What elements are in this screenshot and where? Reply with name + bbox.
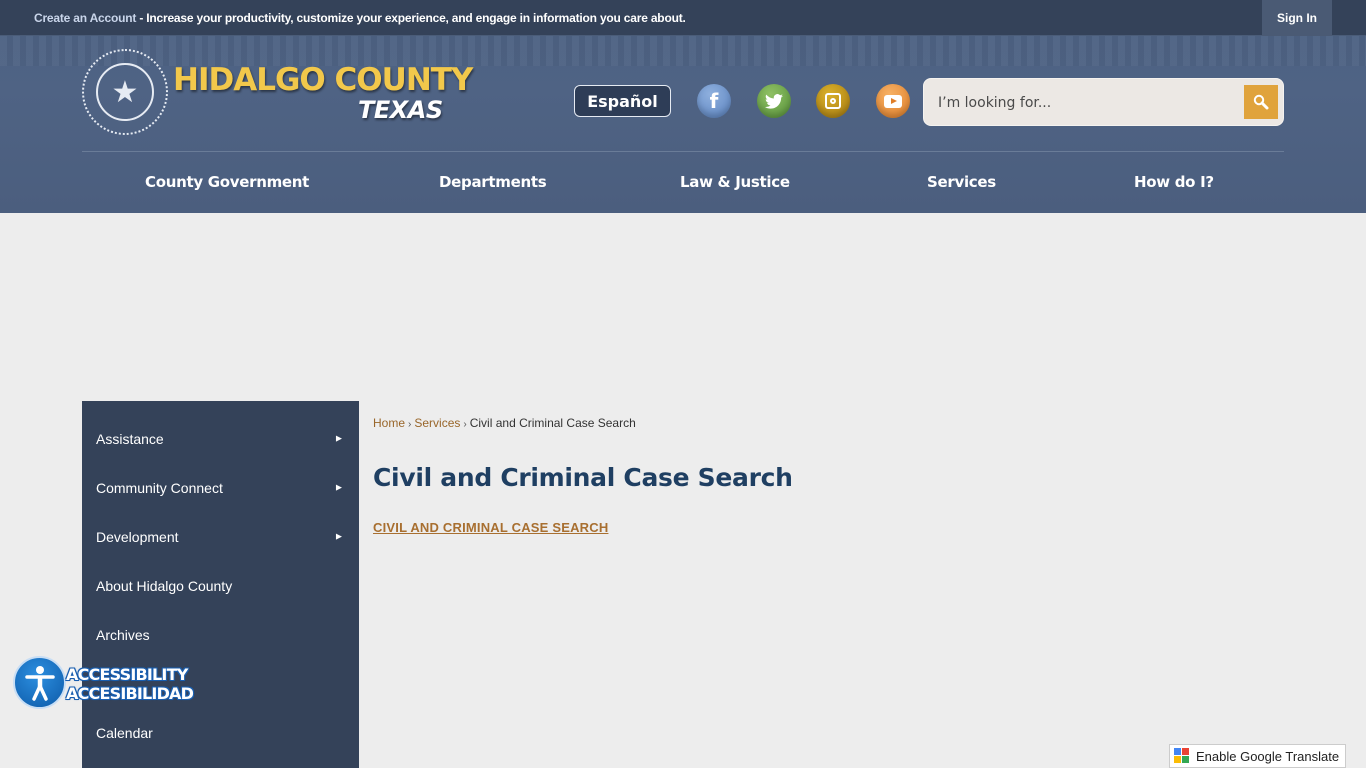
- twitter-bird-glyph: [765, 93, 783, 109]
- breadcrumb-services[interactable]: Services: [414, 416, 460, 430]
- county-seal-logo[interactable]: ★: [82, 49, 168, 135]
- breadcrumb-separator: ›: [463, 419, 467, 430]
- main-nav: County Government Departments Law & Just…: [82, 152, 1284, 213]
- sidebar-item-label: About Hidalgo County: [96, 578, 233, 594]
- sidebar-item-label: Calendar: [96, 725, 153, 741]
- sidebar-item-archives[interactable]: Archives: [82, 605, 359, 654]
- nav-county-government[interactable]: County Government: [145, 173, 309, 191]
- sidebar-item-about[interactable]: About Hidalgo County: [82, 556, 359, 605]
- sidebar-item-label: Assistance: [96, 431, 164, 447]
- submenu-arrow-icon[interactable]: ►: [334, 483, 344, 494]
- breadcrumb-home[interactable]: Home: [373, 416, 405, 430]
- google-translate-label: Enable Google Translate: [1196, 748, 1340, 764]
- nav-departments[interactable]: Departments: [439, 173, 547, 191]
- site-header: ★ HIDALGO COUNTY TEXAS Español f County …: [0, 36, 1366, 213]
- breadcrumb: Home › Services › Civil and Criminal Case Se…: [373, 416, 636, 430]
- sidebar-menu: Assistance ► Community Connect ► Develop…: [82, 401, 359, 768]
- nav-services[interactable]: Services: [927, 173, 996, 191]
- submenu-arrow-icon[interactable]: ►: [334, 532, 344, 543]
- accessibility-label-es: ACCESIBILIDAD: [66, 684, 194, 703]
- accessibility-label-en: ACCESSIBILITY: [66, 665, 188, 684]
- youtube-glyph: [884, 94, 902, 108]
- nav-law-justice[interactable]: Law & Justice: [680, 173, 790, 191]
- promo-text: - Increase your productivity, customize …: [136, 11, 686, 25]
- facebook-icon[interactable]: f: [697, 84, 731, 118]
- search-box: [923, 78, 1284, 126]
- sidebar-item-label: Archives: [96, 627, 150, 643]
- instagram-icon[interactable]: [816, 84, 850, 118]
- brand-subtitle: TEXAS: [358, 96, 443, 124]
- search-button[interactable]: [1244, 85, 1278, 119]
- accessibility-icon: [13, 656, 66, 709]
- sidebar-item-development[interactable]: Development ►: [82, 507, 359, 556]
- nav-how-do-i[interactable]: How do I?: [1134, 173, 1214, 191]
- case-search-link[interactable]: CIVIL AND CRIMINAL CASE SEARCH: [373, 520, 608, 535]
- google-translate-button[interactable]: Enable Google Translate: [1169, 744, 1346, 768]
- breadcrumb-current: Civil and Criminal Case Search: [469, 416, 636, 430]
- twitter-icon[interactable]: [757, 84, 791, 118]
- youtube-icon[interactable]: [876, 84, 910, 118]
- accessibility-figure-icon: [24, 665, 55, 701]
- create-account-link[interactable]: Create an Account: [34, 11, 136, 25]
- espanol-button[interactable]: Español: [574, 85, 671, 117]
- search-icon: [1253, 94, 1269, 110]
- accessibility-widget[interactable]: ACCESSIBILITY ACCESIBILIDAD: [13, 656, 194, 710]
- sidebar-item-calendar[interactable]: Calendar: [82, 703, 359, 752]
- star-icon: ★: [96, 63, 154, 121]
- account-promo: Create an Account - Increase your produc…: [34, 11, 686, 25]
- instagram-glyph: [825, 93, 841, 109]
- facebook-glyph: f: [709, 89, 719, 113]
- sidebar-item-community-connect[interactable]: Community Connect ►: [82, 458, 359, 507]
- sidebar-item-label: Development: [96, 529, 179, 545]
- brand-title[interactable]: HIDALGO COUNTY: [173, 62, 473, 98]
- top-bar: Create an Account - Increase your produc…: [0, 0, 1366, 36]
- page-title: Civil and Criminal Case Search: [373, 463, 793, 492]
- submenu-arrow-icon[interactable]: ►: [334, 434, 344, 445]
- sidebar-item-label: Community Connect: [96, 480, 223, 496]
- breadcrumb-separator: ›: [408, 419, 412, 430]
- sign-in-button[interactable]: Sign In: [1262, 0, 1332, 36]
- sidebar-item-assistance[interactable]: Assistance ►: [82, 409, 359, 458]
- search-input[interactable]: [938, 91, 1238, 115]
- google-translate-icon: [1174, 748, 1190, 764]
